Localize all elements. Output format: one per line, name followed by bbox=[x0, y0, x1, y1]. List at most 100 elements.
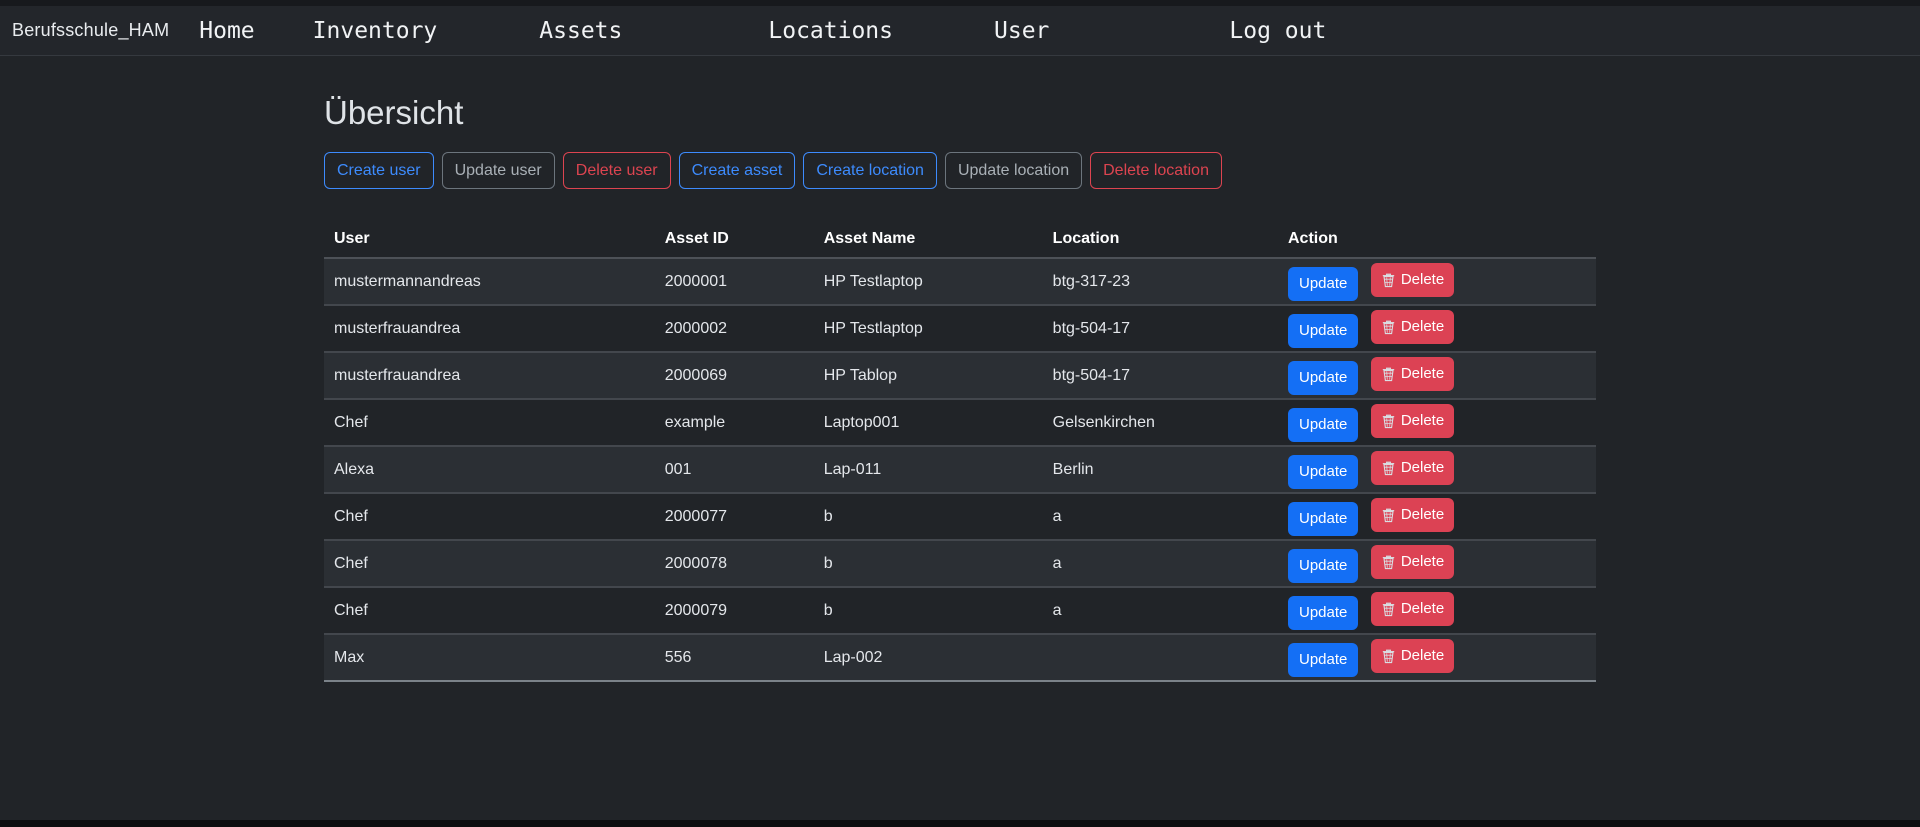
nav-item-locations[interactable]: Locations bbox=[768, 18, 893, 44]
delete-button-label: Delete bbox=[1401, 551, 1444, 573]
cell-user: Chef bbox=[324, 493, 655, 540]
cell-action: Update Delete bbox=[1278, 634, 1596, 681]
nav-item-assets[interactable]: Assets bbox=[539, 18, 622, 44]
trash-icon bbox=[1381, 366, 1396, 382]
trash-icon bbox=[1381, 554, 1396, 570]
cell-location: btg-504-17 bbox=[1043, 352, 1278, 399]
create-user-button[interactable]: Create user bbox=[324, 152, 434, 189]
assets-table: User Asset ID Asset Name Location Action… bbox=[324, 221, 1596, 682]
delete-button[interactable]: Delete bbox=[1371, 545, 1454, 579]
update-button[interactable]: Update bbox=[1288, 549, 1358, 583]
delete-button[interactable]: Delete bbox=[1371, 310, 1454, 344]
update-button[interactable]: Update bbox=[1288, 408, 1358, 442]
update-button[interactable]: Update bbox=[1288, 314, 1358, 348]
trash-icon bbox=[1381, 460, 1396, 476]
cell-asset-id: 2000077 bbox=[655, 493, 814, 540]
cell-user: Chef bbox=[324, 399, 655, 446]
table-header-row: User Asset ID Asset Name Location Action bbox=[324, 221, 1596, 258]
navbar: Berufsschule_HAM Home Inventory Assets Loca… bbox=[0, 6, 1920, 56]
delete-button[interactable]: Delete bbox=[1371, 592, 1454, 626]
cell-asset-id: 2000078 bbox=[655, 540, 814, 587]
update-button[interactable]: Update bbox=[1288, 596, 1358, 630]
cell-location: btg-504-17 bbox=[1043, 305, 1278, 352]
delete-button[interactable]: Delete bbox=[1371, 357, 1454, 391]
delete-button-label: Delete bbox=[1401, 316, 1444, 338]
trash-icon bbox=[1381, 601, 1396, 617]
update-location-button[interactable]: Update location bbox=[945, 152, 1082, 189]
update-button[interactable]: Update bbox=[1288, 267, 1358, 301]
cell-location: a bbox=[1043, 540, 1278, 587]
delete-button[interactable]: Delete bbox=[1371, 404, 1454, 438]
cell-action: Update Delete bbox=[1278, 587, 1596, 634]
delete-button[interactable]: Delete bbox=[1371, 451, 1454, 485]
header-user: User bbox=[324, 221, 655, 258]
table-row: Chef 2000079 b a Update Delete bbox=[324, 587, 1596, 634]
cell-asset-id: 2000079 bbox=[655, 587, 814, 634]
update-user-button[interactable]: Update user bbox=[442, 152, 555, 189]
cell-action: Update Delete bbox=[1278, 493, 1596, 540]
update-button[interactable]: Update bbox=[1288, 502, 1358, 536]
cell-asset-id: 001 bbox=[655, 446, 814, 493]
nav-links: Home Inventory Assets Locations User Log out bbox=[169, 18, 1326, 44]
nav-item-inventory[interactable]: Inventory bbox=[313, 18, 438, 44]
cell-user: Max bbox=[324, 634, 655, 681]
delete-button-label: Delete bbox=[1401, 504, 1444, 526]
trash-icon bbox=[1381, 319, 1396, 335]
delete-user-button[interactable]: Delete user bbox=[563, 152, 671, 189]
table-row: musterfrauandrea 2000002 HP Testlaptop b… bbox=[324, 305, 1596, 352]
nav-item-logout[interactable]: Log out bbox=[1229, 18, 1326, 44]
delete-button-label: Delete bbox=[1401, 269, 1444, 291]
cell-asset-id: 556 bbox=[655, 634, 814, 681]
cell-action: Update Delete bbox=[1278, 399, 1596, 446]
cell-user: musterfrauandrea bbox=[324, 352, 655, 399]
cell-user: musterfrauandrea bbox=[324, 305, 655, 352]
cell-user: Alexa bbox=[324, 446, 655, 493]
cell-location: btg-317-23 bbox=[1043, 258, 1278, 305]
cell-user: Chef bbox=[324, 540, 655, 587]
trash-icon bbox=[1381, 648, 1396, 664]
cell-location: a bbox=[1043, 493, 1278, 540]
table-row: Alexa 001 Lap-011 Berlin Update Delete bbox=[324, 446, 1596, 493]
nav-item-home[interactable]: Home bbox=[199, 18, 254, 44]
table-row: Chef 2000078 b a Update Delete bbox=[324, 540, 1596, 587]
table-row: mustermannandreas 2000001 HP Testlaptop … bbox=[324, 258, 1596, 305]
cell-asset-name: Lap-011 bbox=[814, 446, 1043, 493]
cell-asset-name: b bbox=[814, 587, 1043, 634]
cell-action: Update Delete bbox=[1278, 258, 1596, 305]
cell-asset-name: HP Tablop bbox=[814, 352, 1043, 399]
cell-asset-id: 2000001 bbox=[655, 258, 814, 305]
cell-asset-name: HP Testlaptop bbox=[814, 258, 1043, 305]
toolbar: Create userUpdate userDelete userCreate … bbox=[324, 152, 1596, 189]
cell-asset-name: Lap-002 bbox=[814, 634, 1043, 681]
delete-button-label: Delete bbox=[1401, 410, 1444, 432]
delete-location-button[interactable]: Delete location bbox=[1090, 152, 1222, 189]
update-button[interactable]: Update bbox=[1288, 361, 1358, 395]
delete-button[interactable]: Delete bbox=[1371, 263, 1454, 297]
cell-asset-name: b bbox=[814, 493, 1043, 540]
cell-asset-name: Laptop001 bbox=[814, 399, 1043, 446]
delete-button[interactable]: Delete bbox=[1371, 498, 1454, 532]
update-button[interactable]: Update bbox=[1288, 455, 1358, 489]
trash-icon bbox=[1381, 272, 1396, 288]
cell-action: Update Delete bbox=[1278, 446, 1596, 493]
cell-location: Berlin bbox=[1043, 446, 1278, 493]
create-location-button[interactable]: Create location bbox=[803, 152, 937, 189]
navbar-brand[interactable]: Berufsschule_HAM bbox=[12, 20, 169, 41]
table-row: musterfrauandrea 2000069 HP Tablop btg-5… bbox=[324, 352, 1596, 399]
update-button[interactable]: Update bbox=[1288, 643, 1358, 677]
cell-asset-id: example bbox=[655, 399, 814, 446]
header-asset-id: Asset ID bbox=[655, 221, 814, 258]
create-asset-button[interactable]: Create asset bbox=[679, 152, 796, 189]
delete-button-label: Delete bbox=[1401, 598, 1444, 620]
header-asset-name: Asset Name bbox=[814, 221, 1043, 258]
cell-action: Update Delete bbox=[1278, 305, 1596, 352]
header-action: Action bbox=[1278, 221, 1596, 258]
delete-button[interactable]: Delete bbox=[1371, 639, 1454, 673]
table-row: Chef example Laptop001 Gelsenkirchen Upd… bbox=[324, 399, 1596, 446]
table-body: mustermannandreas 2000001 HP Testlaptop … bbox=[324, 258, 1596, 681]
main-content: Übersicht Create userUpdate userDelete u… bbox=[300, 94, 1620, 682]
trash-icon bbox=[1381, 507, 1396, 523]
nav-item-user[interactable]: User bbox=[994, 18, 1049, 44]
cell-asset-name: HP Testlaptop bbox=[814, 305, 1043, 352]
cell-action: Update Delete bbox=[1278, 540, 1596, 587]
